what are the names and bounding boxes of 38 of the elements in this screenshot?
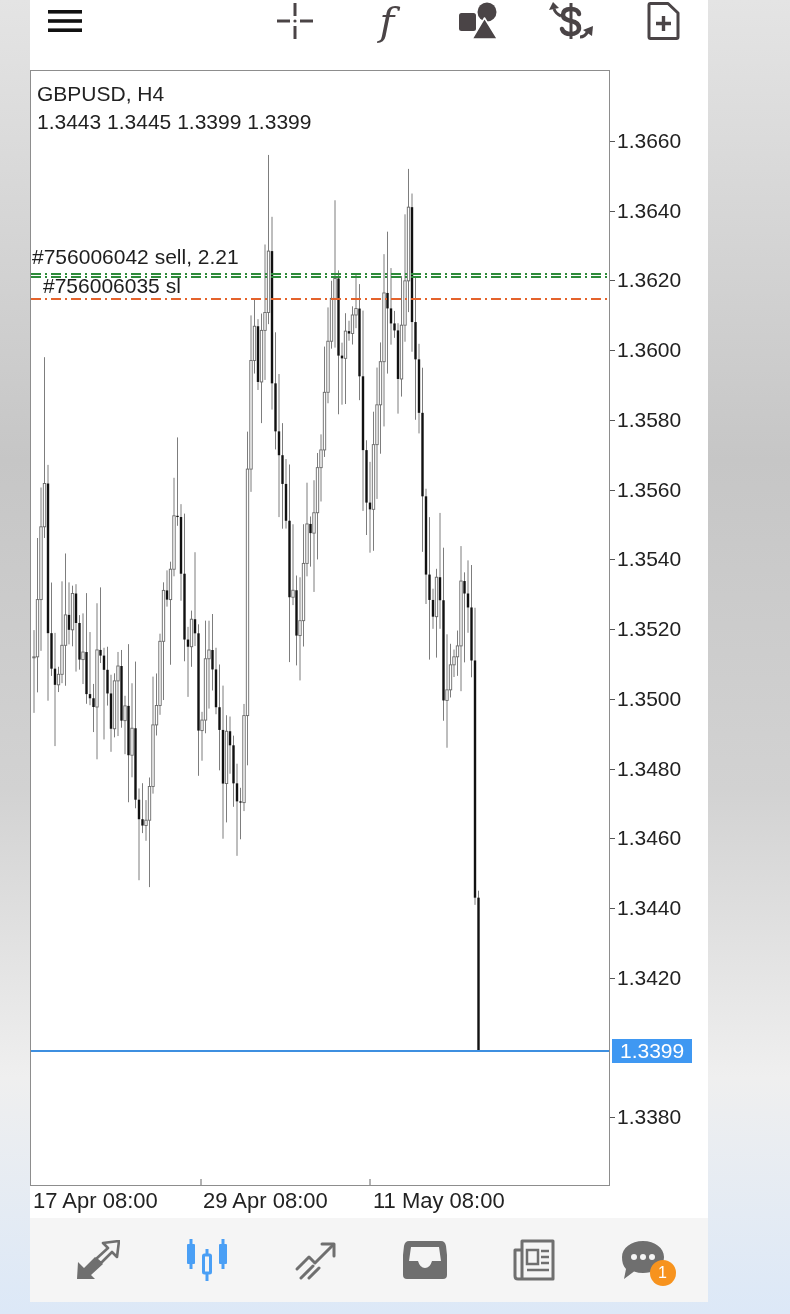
price-axis-label: 1.3520	[617, 617, 682, 642]
price-axis-label: 1.3660	[617, 129, 682, 153]
falling-candlestick	[309, 516, 312, 568]
falling-candlestick	[67, 581, 71, 645]
order-label: #756006042 sell, 2.21	[32, 245, 239, 269]
diagonal-arrows-icon[interactable]	[75, 1240, 120, 1280]
ohlc-values: 1.3443 1.3445 1.3399 1.3399	[37, 109, 312, 135]
chart-symbol-title: GBPUSD, H4	[37, 81, 165, 107]
price-axis-label: 1.3380	[617, 1105, 682, 1130]
price-axis-label: 1.3500	[617, 686, 682, 711]
rising-candlestick	[70, 585, 75, 647]
price-axis-label: 1.3440	[617, 896, 682, 921]
crosshair-icon[interactable]	[277, 3, 313, 39]
stop-loss-label: #756006035 sl	[43, 274, 181, 298]
price-axis-label: 1.3560	[617, 477, 682, 502]
rising-candlestick	[189, 610, 194, 668]
notification-badge: 1	[649, 1260, 676, 1286]
current-price-tag: 1.3399	[612, 1039, 693, 1064]
falling-candlestick	[347, 320, 351, 342]
price-axis-label: 1.3580	[617, 407, 682, 432]
function-button[interactable]: f	[362, 0, 412, 42]
inbox-icon[interactable]	[402, 1241, 447, 1279]
price-axis-label: 1.3540	[617, 547, 682, 572]
price-axis-label: 1.3420	[617, 965, 682, 990]
time-axis-label: 29 Apr 08:00	[203, 1188, 328, 1214]
newspaper-icon[interactable]	[511, 1238, 556, 1282]
price-axis-label: 1.3480	[617, 756, 682, 781]
time-axis-label: 11 May 08:00	[373, 1188, 505, 1214]
price-axis-label: 1.3600	[617, 338, 682, 363]
falling-candlestick	[165, 569, 169, 608]
rising-candlestick	[123, 695, 127, 755]
menu-icon[interactable]	[48, 10, 82, 32]
file-plus-icon[interactable]	[645, 2, 681, 40]
price-axis-label: 1.3460	[617, 826, 682, 851]
time-axis-label: 17 Apr 08:00	[33, 1188, 158, 1214]
trend-arrow-icon[interactable]	[293, 1240, 338, 1280]
price-axis-label: 1.3640	[617, 198, 682, 223]
price-axis-label: 1.3620	[617, 268, 682, 293]
